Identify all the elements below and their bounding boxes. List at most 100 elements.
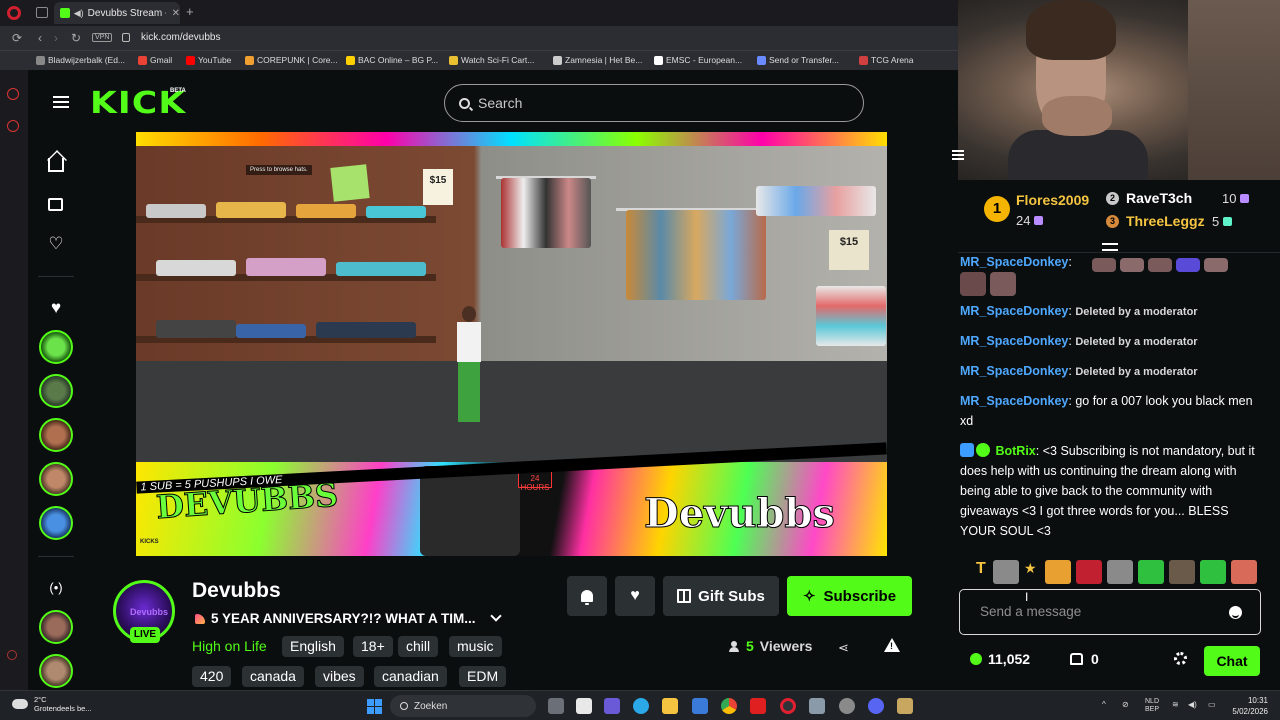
following-heart-filled-icon[interactable]: ♥ (46, 298, 66, 318)
chat-settings-icon[interactable] (1174, 652, 1187, 665)
quick-emote[interactable] (1231, 560, 1257, 584)
leaderboard-name[interactable]: Flores2009 (1016, 192, 1089, 208)
history-icon[interactable] (7, 120, 19, 132)
quick-emote[interactable] (1076, 560, 1102, 584)
chat-username[interactable]: MR_SpaceDonkey (960, 364, 1068, 378)
tag-pill[interactable]: EDM (459, 666, 507, 687)
bookmark-item[interactable]: YouTube (186, 55, 231, 65)
share-icon[interactable]: ⋖ (838, 640, 849, 656)
menu-icon[interactable] (53, 96, 69, 108)
quick-emote[interactable] (1169, 560, 1195, 584)
home-icon[interactable] (48, 158, 64, 172)
tag-pill[interactable]: chill (398, 636, 439, 657)
stream-title[interactable]: 5 YEAR ANNIVERSARY?!? WHAT A TIM... (195, 609, 502, 626)
aria-icon[interactable] (7, 88, 19, 100)
emote-t-icon[interactable]: T (976, 560, 988, 584)
tag-pill[interactable]: vibes (315, 666, 364, 687)
file-explorer-icon[interactable] (662, 698, 678, 714)
windows-start-icon[interactable] (367, 699, 382, 714)
recommended-icon[interactable]: (•) (46, 580, 66, 595)
language-indicator[interactable]: NLD BEP (1145, 698, 1159, 714)
bookmark-item[interactable]: TCG Arena (859, 55, 914, 65)
followed-channel-avatar[interactable] (39, 418, 73, 452)
opera-logo-icon[interactable] (7, 6, 21, 20)
browse-icon[interactable] (48, 198, 63, 211)
notifications-button[interactable] (567, 576, 607, 616)
back-icon[interactable]: ‹ (38, 31, 42, 45)
bookmark-item[interactable]: Zamnesia | Het Be... (553, 55, 642, 65)
battery-icon[interactable]: ▭ (1208, 700, 1216, 709)
close-tab-icon[interactable]: ✕ (172, 8, 180, 19)
chat-collapse-icon[interactable] (952, 150, 964, 160)
channel-points[interactable]: 11,052 (970, 651, 1030, 667)
tray-expand-icon[interactable]: ^ (1102, 700, 1106, 709)
gift-subs-button[interactable]: Gift Subs (663, 576, 779, 616)
bookmark-item[interactable]: Send or Transfer... (757, 55, 839, 65)
emoji-picker-icon[interactable] (1229, 606, 1242, 619)
search-input[interactable]: Search (444, 84, 864, 122)
bookmark-item[interactable]: Gmail (138, 55, 172, 65)
new-tab-icon[interactable]: + (186, 4, 194, 19)
forward-icon[interactable]: › (54, 31, 58, 45)
volume-icon[interactable]: ◀) (1188, 700, 1197, 709)
tab-overview-icon[interactable] (36, 7, 48, 18)
quick-emote[interactable] (1045, 560, 1071, 584)
chrome-icon[interactable] (721, 698, 737, 714)
quick-emote[interactable] (1200, 560, 1226, 584)
recommended-channel-avatar[interactable] (39, 610, 73, 644)
chat-username[interactable]: MR_SpaceDonkey (960, 394, 1068, 408)
bookmark-item[interactable]: BAC Online – BG P... (346, 55, 438, 65)
follow-button[interactable]: ♥ (615, 576, 655, 616)
followed-channel-avatar[interactable] (39, 374, 73, 408)
followed-channel-avatar[interactable] (39, 462, 73, 496)
speaker-icon[interactable]: ◀) (74, 8, 84, 19)
url-field[interactable]: kick.com/devubbs (141, 32, 220, 43)
chat-username[interactable]: MR_SpaceDonkey (960, 334, 1068, 348)
recommended-channel-avatar[interactable] (39, 654, 73, 688)
video-player[interactable]: $15 $15 Press to browse hats. DEVUBBS OP… (136, 132, 887, 556)
outlook-icon[interactable] (692, 698, 708, 714)
star-icon[interactable]: ★ (1024, 560, 1040, 584)
teams-icon[interactable] (604, 698, 620, 714)
discord-icon[interactable] (868, 698, 884, 714)
youtube-app-icon[interactable] (750, 698, 766, 714)
chat-username[interactable]: BotRix (995, 444, 1035, 458)
network-icon[interactable]: ⊘ (1122, 700, 1129, 709)
lock-icon[interactable] (122, 33, 130, 42)
tag-pill[interactable]: canada (242, 666, 304, 687)
chat-message-input[interactable]: Send a message (959, 589, 1261, 635)
weather-widget[interactable]: 2°C Grotendeels be... (12, 695, 92, 713)
opera-taskbar-icon[interactable] (780, 698, 796, 714)
steam-icon[interactable] (839, 698, 855, 714)
chat-username[interactable]: MR_SpaceDonkey (960, 304, 1068, 318)
system-clock[interactable]: 10:31 5/02/2026 (1230, 695, 1268, 717)
bookmark-item[interactable]: EMSC - European... (654, 55, 742, 65)
quick-emote[interactable] (993, 560, 1019, 584)
reload-sidebar-icon[interactable]: ⟳ (12, 31, 22, 45)
followed-channel-avatar[interactable] (39, 506, 73, 540)
quick-emote[interactable] (1138, 560, 1164, 584)
store-icon[interactable] (576, 698, 592, 714)
tag-pill[interactable]: canadian (374, 666, 447, 687)
pinned-message-toggle-icon[interactable] (1102, 243, 1118, 251)
task-view-icon[interactable] (548, 698, 564, 714)
chat-username[interactable]: MR_SpaceDonkey (960, 255, 1068, 269)
calculator-icon[interactable] (809, 698, 825, 714)
leaderboard-name[interactable]: ThreeLeggz (1126, 213, 1205, 229)
subscribe-button[interactable]: ✧ Subscribe (787, 576, 912, 616)
followed-channel-avatar[interactable] (39, 330, 73, 364)
tag-pill[interactable]: 420 (192, 666, 232, 687)
bookmark-item[interactable]: Bladwijzerbalk (Ed... (36, 55, 125, 65)
reload-icon[interactable]: ↻ (71, 31, 81, 45)
rewards-chest[interactable]: 0 (1070, 651, 1099, 667)
taskbar-search[interactable]: Zoeken (390, 695, 536, 717)
chevron-down-icon[interactable] (489, 609, 502, 622)
wifi-icon[interactable]: ≋ (1172, 700, 1179, 709)
following-heart-icon[interactable]: ♡ (46, 234, 66, 254)
tab-kick-stream[interactable]: ◀) Devubbs Stream - Wat ✕ (54, 2, 180, 24)
extensions-icon[interactable] (7, 650, 17, 660)
bookmark-item[interactable]: COREPUNK | Core... (245, 55, 338, 65)
quick-emote[interactable] (1107, 560, 1133, 584)
vpn-badge[interactable]: VPN (92, 33, 113, 42)
bookmark-item[interactable]: Watch Sci-Fi Cart... (449, 55, 534, 65)
